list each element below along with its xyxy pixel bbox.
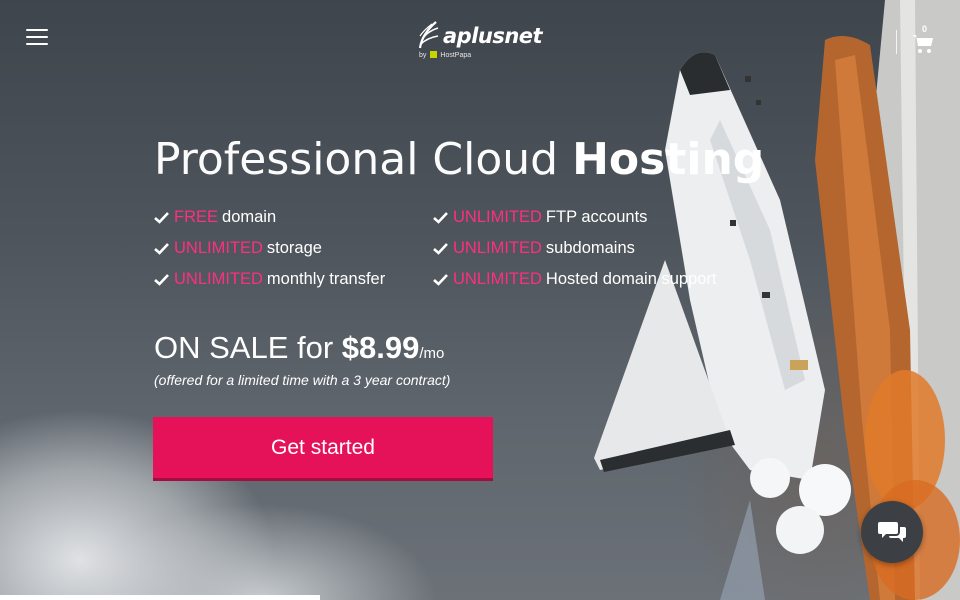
checkmark-icon [433,243,448,255]
shopping-cart-icon[interactable] [912,34,934,54]
header-divider [896,30,897,54]
checkmark-icon [433,212,448,224]
hamburger-menu-icon[interactable] [26,28,48,46]
feature-text: storage [266,239,322,257]
feature-text: Hosted domain support [545,270,717,288]
feature-highlight: UNLIMITED [174,239,263,257]
get-started-button[interactable]: Get started [153,417,493,478]
feature-highlight: UNLIMITED [453,208,542,226]
price-unit: /mo [419,345,445,362]
aplusnet-logo-icon [418,21,439,49]
chat-button[interactable] [861,501,923,563]
chat-bubbles-icon [878,522,906,542]
feature-text: monthly transfer [266,270,386,288]
checkmark-icon [433,274,448,286]
feature-item: UNLIMITED Hosted domain support [433,270,717,289]
headline-bold: Hosting [572,134,765,185]
logo[interactable]: aplusnet by HostPapa [416,18,546,62]
feature-highlight: UNLIMITED [453,239,542,257]
feature-highlight: FREE [174,208,219,226]
feature-text: FTP accounts [545,208,648,226]
feature-item: UNLIMITED FTP accounts [433,208,647,227]
feature-highlight: UNLIMITED [174,270,263,288]
feature-text: subdomains [545,239,635,257]
cart-count: 0 [922,24,928,34]
logo-byline: by HostPapa [419,51,471,59]
page-title: Professional Cloud Hosting [154,134,764,185]
price-prefix: ON SALE for [154,330,342,365]
logo-partner-text: HostPapa [440,52,472,59]
hero-background [0,0,960,600]
checkmark-icon [154,243,169,255]
logo-text: aplusnet [443,24,543,48]
price-note: (offered for a limited time with a 3 yea… [154,372,451,388]
price-amount: $8.99 [341,330,420,365]
sale-price: ON SALE for $8.99/mo [154,330,444,366]
feature-item: UNLIMITED subdomains [433,239,635,258]
feature-item: FREE domain [154,208,276,227]
feature-text: domain [222,208,277,226]
headline-light: Professional Cloud [154,134,573,185]
checkmark-icon [154,212,169,224]
logo-by-text: by [419,52,427,59]
bottom-bar [0,595,320,600]
feature-highlight: UNLIMITED [453,270,542,288]
feature-item: UNLIMITED monthly transfer [154,270,385,289]
checkmark-icon [154,274,169,286]
hostpapa-icon [430,51,438,58]
feature-item: UNLIMITED storage [154,239,322,258]
